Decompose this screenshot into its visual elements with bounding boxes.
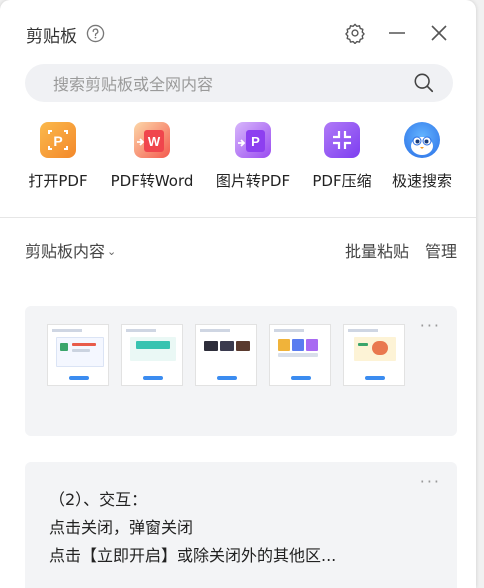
tool-label: 极速搜索 <box>391 172 452 190</box>
open-pdf-icon: P <box>40 122 76 158</box>
svg-text:P: P <box>251 134 260 149</box>
help-icon[interactable] <box>86 24 105 43</box>
image-thumbnail[interactable] <box>195 324 257 386</box>
image-to-pdf-icon: P <box>235 122 271 158</box>
clipboard-panel: 剪贴板 P <box>0 0 476 588</box>
minimize-icon[interactable] <box>386 22 408 44</box>
svg-text:P: P <box>53 133 62 149</box>
tool-pdf-to-word[interactable]: W PDF转Word <box>104 122 200 194</box>
text-line: （2）、交互： <box>49 490 148 509</box>
batch-paste-button[interactable]: 批量粘贴 <box>345 238 409 262</box>
tool-label: 图片转PDF <box>215 172 291 190</box>
clipboard-item-images[interactable]: ··· <box>25 306 457 436</box>
more-options-button[interactable]: ··· <box>420 474 441 490</box>
section-header: 剪贴板内容 ⌄ 批量粘贴 管理 <box>25 238 457 262</box>
tool-open-pdf[interactable]: P 打开PDF <box>20 122 96 194</box>
chevron-down-icon: ⌄ <box>107 245 117 258</box>
search-bar <box>25 64 453 104</box>
svg-text:W: W <box>148 134 161 149</box>
more-options-button[interactable]: ··· <box>420 318 441 334</box>
tool-image-to-pdf[interactable]: P 图片转PDF <box>210 122 296 194</box>
tool-label: 打开PDF <box>28 172 88 190</box>
search-input[interactable] <box>51 64 415 104</box>
tool-label: PDF转Word <box>110 172 194 190</box>
text-line: 点击关闭，弹窗关闭 <box>49 518 194 537</box>
pdf-to-word-icon: W <box>134 122 170 158</box>
gear-icon[interactable] <box>344 22 366 44</box>
text-line: 点击【立即开启】或除关闭外的其他区... <box>49 546 337 565</box>
panel-title: 剪贴板 <box>26 27 77 47</box>
clipboard-text-preview: （2）、交互： 点击关闭，弹窗关闭 点击【立即开启】或除关闭外的其他区... <box>49 486 429 570</box>
search-icon[interactable] <box>413 72 435 94</box>
divider <box>0 217 476 218</box>
image-thumbnail[interactable] <box>269 324 331 386</box>
fast-search-icon <box>404 122 440 158</box>
tool-shortcuts: P 打开PDF W PDF转Word P 图片转PDF PDF压缩 极速搜索 <box>18 122 468 202</box>
title-bar: 剪贴板 <box>0 0 476 64</box>
tool-pdf-compress[interactable]: PDF压缩 <box>306 122 378 194</box>
clipboard-content-dropdown[interactable]: 剪贴板内容 ⌄ <box>25 238 116 262</box>
tool-label: PDF压缩 <box>312 172 372 190</box>
pdf-compress-icon <box>324 122 360 158</box>
image-thumbnails <box>47 324 407 386</box>
close-icon[interactable] <box>428 22 450 44</box>
image-thumbnail[interactable] <box>343 324 405 386</box>
tool-fast-search[interactable]: 极速搜索 <box>386 122 458 194</box>
image-thumbnail[interactable] <box>121 324 183 386</box>
image-thumbnail[interactable] <box>47 324 109 386</box>
section-title-label: 剪贴板内容 <box>25 242 106 261</box>
manage-button[interactable]: 管理 <box>425 238 457 262</box>
clipboard-item-text[interactable]: （2）、交互： 点击关闭，弹窗关闭 点击【立即开启】或除关闭外的其他区... ·… <box>25 462 457 588</box>
